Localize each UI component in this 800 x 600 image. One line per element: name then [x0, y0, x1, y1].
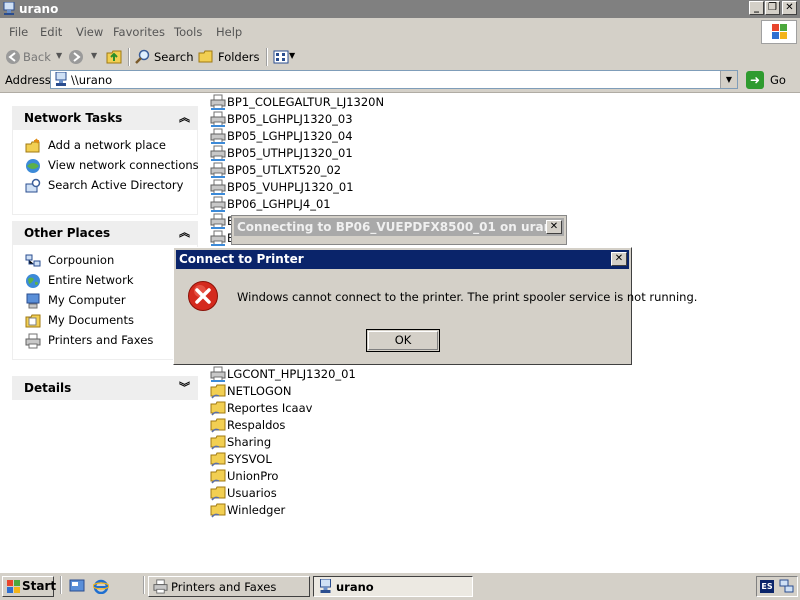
menu-bar: File Edit View Favorites Tools Help: [0, 18, 800, 47]
views-grid-icon: [273, 50, 289, 64]
address-input[interactable]: \\urano ▼: [50, 70, 738, 89]
language-indicator[interactable]: ES: [760, 580, 774, 593]
add-network-place-icon: [25, 138, 40, 153]
network-computer-icon: [3, 2, 15, 15]
network-connections-icon: [26, 159, 40, 173]
toolbar-separator: [266, 48, 268, 66]
task-printers-and-faxes[interactable]: Printers and Faxes: [148, 576, 310, 597]
taskbar: Start Printers and Faxes urano ES: [0, 572, 800, 600]
expand-chevron-icon[interactable]: ︾: [179, 379, 190, 395]
network-printer-icon: [210, 145, 226, 161]
details-panel: Details ︾: [12, 376, 198, 400]
other-places-header[interactable]: Other Places ︽: [12, 221, 198, 245]
network-printer-icon: [210, 179, 226, 195]
collapse-chevron-icon[interactable]: ︽: [179, 224, 190, 240]
dialog-close-button[interactable]: ✕: [611, 252, 627, 266]
back-dropdown-icon[interactable]: ▼: [56, 51, 62, 60]
address-value: \\urano: [71, 73, 113, 87]
go-button[interactable]: ➜ Go: [746, 71, 796, 89]
network-printer-icon: [210, 196, 226, 212]
menu-file[interactable]: File: [9, 25, 28, 39]
network-printer-icon: [210, 230, 226, 246]
windows-flag-icon: [7, 580, 20, 593]
printer-icon: [153, 579, 168, 594]
shared-folder-icon: [210, 469, 226, 484]
network-printer-icon: [210, 128, 226, 144]
ok-button[interactable]: OK: [366, 329, 440, 352]
printer-icon: [25, 333, 41, 349]
network-computer-icon: [320, 579, 331, 593]
forward-arrow-icon: [69, 50, 83, 64]
network-tasks-panel: Network Tasks ︽ Add a network place View…: [12, 106, 199, 215]
toolbar-separator: [128, 48, 130, 66]
go-arrow-icon: ➜: [746, 71, 764, 89]
network-printer-icon: [210, 111, 226, 127]
error-icon: [188, 281, 218, 311]
shared-folder-icon: [210, 452, 226, 467]
folders-button[interactable]: Folders: [198, 48, 260, 66]
back-arrow-icon: [6, 50, 20, 64]
network-printer-icon: [210, 162, 226, 178]
shared-folder-icon: [210, 503, 226, 518]
start-button[interactable]: Start: [2, 576, 56, 597]
shared-folder-icon: [210, 384, 226, 399]
globe-icon: [26, 274, 40, 288]
minimize-button[interactable]: _: [749, 1, 764, 15]
documents-folder-icon: [25, 314, 41, 328]
network-tasks-header[interactable]: Network Tasks ︽: [12, 106, 198, 130]
close-button[interactable]: ✕: [782, 1, 797, 15]
menu-edit[interactable]: Edit: [40, 25, 62, 39]
address-bar: Address \\urano ▼ ➜ Go: [0, 68, 800, 93]
network-status-icon[interactable]: [779, 579, 794, 594]
window-title: urano: [19, 2, 59, 16]
system-tray: ES: [756, 576, 798, 597]
dialog-title-bar[interactable]: Connect to Printer ✕: [176, 250, 629, 269]
address-dropdown-icon[interactable]: ▼: [720, 71, 737, 88]
standard-toolbar: Back ▼ ▼ Search Folders ▼: [0, 46, 800, 68]
details-header[interactable]: Details ︾: [12, 376, 198, 400]
views-dropdown-icon: ▼: [289, 51, 296, 60]
forward-dropdown-icon[interactable]: ▼: [91, 51, 97, 60]
menu-tools[interactable]: Tools: [174, 25, 202, 39]
collapse-chevron-icon[interactable]: ︽: [179, 109, 190, 125]
shared-folder-icon: [210, 418, 226, 433]
workgroup-icon: [25, 254, 41, 267]
views-button[interactable]: ▼: [273, 48, 297, 66]
shared-folder-icon: [210, 401, 226, 416]
computer-icon: [26, 293, 40, 309]
connect-to-printer-dialog: Connect to Printer ✕ Windows cannot conn…: [173, 247, 697, 365]
folders-icon: [198, 50, 213, 63]
connecting-window-title-bar[interactable]: Connecting to BP06_VUEPDFX8500_01 on ura…: [234, 218, 564, 236]
menu-view[interactable]: View: [76, 25, 103, 39]
restore-button[interactable]: ❐: [765, 1, 780, 15]
dialog-message: Windows cannot connect to the printer. T…: [237, 290, 698, 304]
connecting-window: Connecting to BP06_VUEPDFX8500_01 on ura…: [231, 215, 567, 245]
other-places-panel: Other Places ︽ Corpounion Entire Network…: [12, 221, 198, 360]
up-folder-icon[interactable]: [106, 48, 123, 65]
connecting-close-button[interactable]: ✕: [546, 220, 562, 234]
taskbar-separator: [143, 576, 145, 594]
address-label: Address: [5, 73, 51, 87]
show-desktop-icon[interactable]: [69, 578, 85, 594]
internet-explorer-icon[interactable]: [93, 578, 109, 594]
network-computer-icon: [55, 72, 67, 86]
shared-folder-icon: [210, 435, 226, 450]
shared-folder-icon: [210, 486, 226, 501]
back-button[interactable]: Back ▼: [5, 48, 65, 66]
task-urano[interactable]: urano: [313, 576, 473, 597]
network-printer-icon: [210, 366, 226, 382]
window-title-bar[interactable]: urano _ ❐ ✕: [0, 0, 800, 18]
menu-favorites[interactable]: Favorites: [113, 25, 165, 39]
search-directory-icon: [25, 178, 41, 193]
taskbar-separator: [60, 576, 62, 594]
network-printer-icon: [210, 94, 226, 110]
windows-logo-icon: [761, 20, 797, 44]
network-printer-icon: [210, 213, 226, 229]
search-button[interactable]: Search: [135, 48, 194, 66]
search-icon: [135, 49, 150, 64]
menu-help[interactable]: Help: [216, 25, 242, 39]
forward-button[interactable]: ▼: [68, 48, 102, 66]
